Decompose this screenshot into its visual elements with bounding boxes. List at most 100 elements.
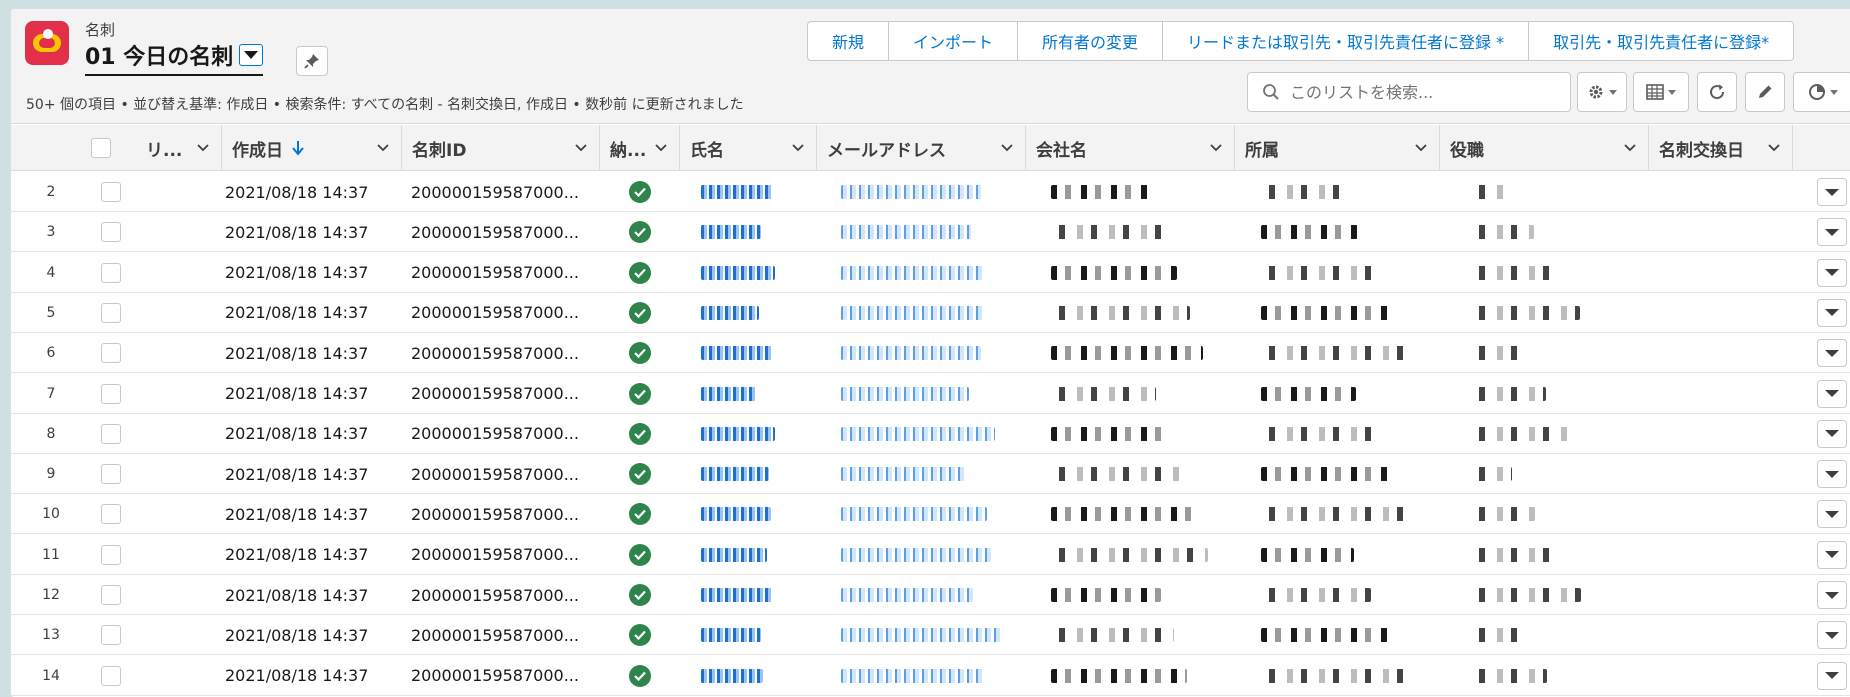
email-cell[interactable] [841, 615, 1021, 655]
new-button[interactable]: 新規 [808, 22, 888, 60]
row-checkbox[interactable] [101, 423, 121, 444]
column-header-record-type[interactable]: リ... [136, 125, 221, 171]
row-action-button[interactable] [1817, 621, 1847, 650]
name-cell[interactable] [701, 575, 811, 615]
card-id-cell[interactable]: 200000159587000... [411, 172, 599, 212]
email-cell[interactable] [841, 494, 1021, 534]
card-id-cell[interactable]: 200000159587000... [411, 575, 599, 615]
change-owner-button[interactable]: 所有者の変更 [1017, 22, 1162, 60]
search-input[interactable] [1290, 82, 1550, 102]
name-cell[interactable] [701, 374, 811, 414]
row-checkbox[interactable] [101, 262, 121, 283]
chevron-down-icon[interactable] [1624, 144, 1636, 152]
chevron-down-icon[interactable] [792, 144, 804, 152]
name-cell[interactable] [701, 656, 811, 696]
row-action-button[interactable] [1817, 258, 1847, 287]
name-cell[interactable] [701, 414, 811, 454]
email-cell[interactable] [841, 374, 1021, 414]
row-action-button[interactable] [1817, 500, 1847, 529]
row-action-button[interactable] [1817, 339, 1847, 368]
row-checkbox[interactable] [101, 544, 121, 565]
row-action-button[interactable] [1817, 460, 1847, 489]
chevron-down-icon[interactable] [1210, 144, 1222, 152]
email-cell[interactable] [841, 656, 1021, 696]
column-header-department[interactable]: 所属 [1234, 125, 1439, 171]
select-all-checkbox[interactable] [91, 138, 111, 158]
email-cell[interactable] [841, 212, 1021, 252]
card-id-cell[interactable]: 200000159587000... [411, 212, 599, 252]
row-action-button[interactable] [1817, 581, 1847, 609]
name-cell[interactable] [701, 535, 811, 575]
column-header-email[interactable]: メールアドレス [816, 125, 1025, 171]
name-cell[interactable] [701, 454, 811, 494]
card-id-cell[interactable]: 200000159587000... [411, 535, 599, 575]
column-header-card-id[interactable]: 名刺ID [401, 125, 599, 171]
table-row[interactable]: 3 2021/08/18 14:37 200000159587000... [11, 212, 1850, 253]
table-row[interactable]: 5 2021/08/18 14:37 200000159587000... [11, 292, 1850, 333]
refresh-button[interactable] [1697, 72, 1737, 112]
table-row[interactable]: 14 2021/08/18 14:37 200000159587000... [11, 655, 1850, 696]
chevron-down-icon[interactable] [197, 144, 209, 152]
table-row[interactable]: 13 2021/08/18 14:37 200000159587000... [11, 615, 1850, 656]
inline-edit-button[interactable] [1745, 72, 1785, 112]
chevron-down-icon[interactable] [575, 144, 587, 152]
name-cell[interactable] [701, 494, 811, 534]
column-header-exchange-date[interactable]: 名刺交換日 [1648, 125, 1792, 171]
name-cell[interactable] [701, 333, 811, 373]
table-row[interactable]: 7 2021/08/18 14:37 200000159587000... [11, 373, 1850, 414]
table-row[interactable]: 2 2021/08/18 14:37 200000159587000... [11, 172, 1850, 212]
name-cell[interactable] [701, 253, 811, 293]
chevron-down-icon[interactable] [655, 144, 667, 152]
name-cell[interactable] [701, 212, 811, 252]
card-id-cell[interactable]: 200000159587000... [411, 374, 599, 414]
email-cell[interactable] [841, 454, 1021, 494]
row-checkbox[interactable] [101, 182, 121, 202]
card-id-cell[interactable]: 200000159587000... [411, 414, 599, 454]
row-checkbox[interactable] [101, 504, 121, 525]
email-cell[interactable] [841, 414, 1021, 454]
row-checkbox[interactable] [101, 302, 121, 323]
column-header-title[interactable]: 役職 [1439, 125, 1648, 171]
table-row[interactable]: 8 2021/08/18 14:37 200000159587000... [11, 413, 1850, 454]
chart-button[interactable] [1793, 72, 1850, 112]
row-checkbox[interactable] [101, 222, 121, 243]
card-id-cell[interactable]: 200000159587000... [411, 253, 599, 293]
chevron-down-icon[interactable] [1768, 144, 1780, 152]
column-header-delivered[interactable]: 納... [599, 125, 679, 171]
chevron-down-icon[interactable] [377, 144, 389, 152]
register-lead-or-account-button[interactable]: リードまたは取引先・取引先責任者に登録 * [1162, 22, 1528, 60]
row-action-button[interactable] [1817, 419, 1847, 448]
row-action-button[interactable] [1817, 379, 1847, 408]
chevron-down-icon[interactable] [1415, 144, 1427, 152]
name-cell[interactable] [701, 615, 811, 655]
column-header-name[interactable]: 氏名 [679, 125, 816, 171]
row-checkbox[interactable] [101, 585, 121, 605]
table-row[interactable]: 9 2021/08/18 14:37 200000159587000... [11, 454, 1850, 495]
email-cell[interactable] [841, 575, 1021, 615]
display-as-button[interactable] [1633, 72, 1689, 112]
name-cell[interactable] [701, 293, 811, 333]
row-checkbox[interactable] [101, 383, 121, 404]
row-action-button[interactable] [1817, 540, 1847, 569]
register-account-contact-button[interactable]: 取引先・取引先責任者に登録* [1528, 22, 1793, 60]
row-checkbox[interactable] [101, 625, 121, 646]
row-checkbox[interactable] [101, 665, 121, 686]
row-action-button[interactable] [1817, 298, 1847, 327]
pin-list-button[interactable] [296, 46, 328, 76]
email-cell[interactable] [841, 172, 1021, 212]
card-id-cell[interactable]: 200000159587000... [411, 454, 599, 494]
card-id-cell[interactable]: 200000159587000... [411, 293, 599, 333]
table-row[interactable]: 6 2021/08/18 14:37 200000159587000... [11, 333, 1850, 374]
row-checkbox[interactable] [101, 343, 121, 364]
table-row[interactable]: 4 2021/08/18 14:37 200000159587000... [11, 252, 1850, 293]
email-cell[interactable] [841, 253, 1021, 293]
name-cell[interactable] [701, 172, 811, 212]
list-view-dropdown-button[interactable] [239, 44, 264, 66]
card-id-cell[interactable]: 200000159587000... [411, 333, 599, 373]
email-cell[interactable] [841, 293, 1021, 333]
list-settings-button[interactable] [1577, 72, 1627, 112]
column-header-company[interactable]: 会社名 [1025, 125, 1234, 171]
table-row[interactable]: 12 2021/08/18 14:37 200000159587000... [11, 575, 1850, 615]
chevron-down-icon[interactable] [1001, 144, 1013, 152]
row-action-button[interactable] [1817, 178, 1847, 206]
